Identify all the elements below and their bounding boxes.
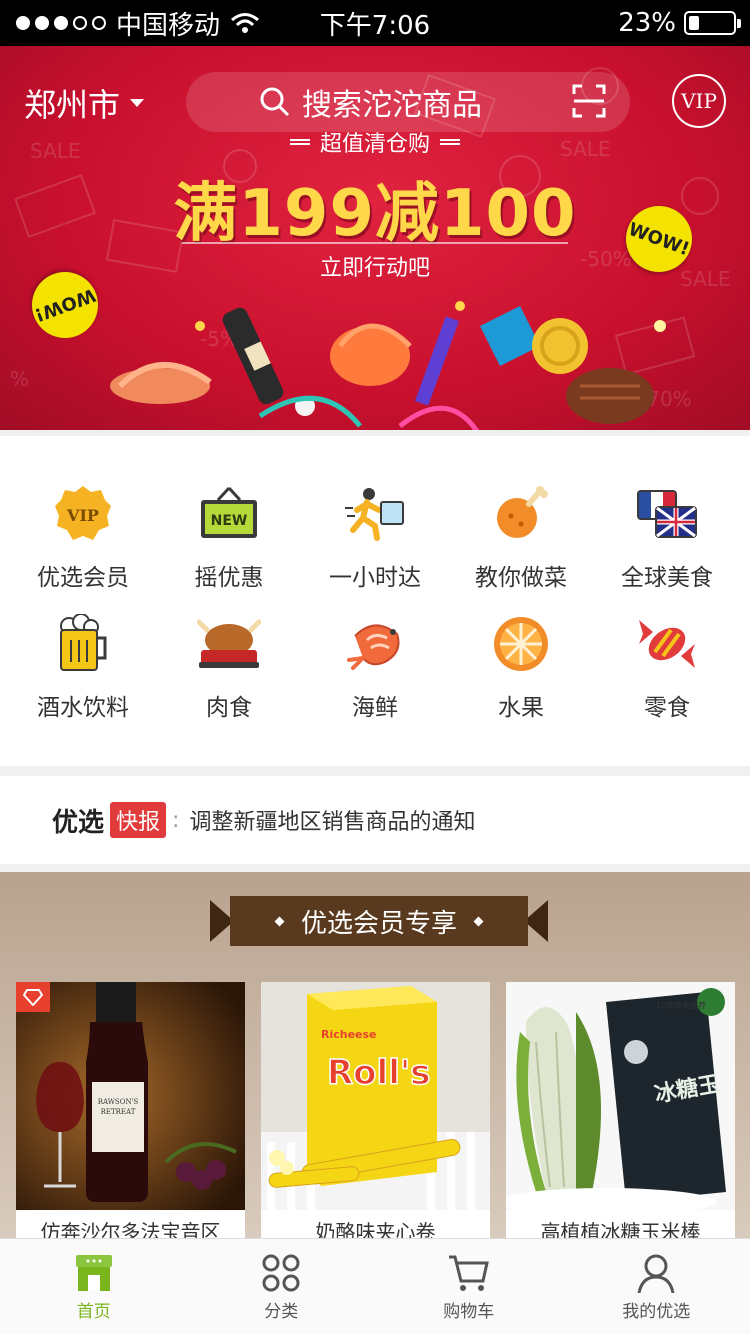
category-label: 摇优惠 (194, 565, 264, 591)
category-item-snacks[interactable]: 零食 (594, 612, 740, 722)
rolls-snack-image: Roll's Richeese (261, 982, 490, 1210)
category-item-drinks[interactable]: 酒水饮料 (10, 612, 156, 722)
category-label: 水果 (498, 695, 544, 721)
divider (289, 139, 310, 145)
vip-button[interactable]: VIP (672, 74, 726, 128)
status-left: 中国移动 (0, 5, 300, 42)
city-name: 郑州市 (24, 86, 121, 124)
svg-text:Roll's: Roll's (327, 1053, 431, 1093)
search-icon (260, 87, 290, 117)
category-item-shake[interactable]: NEW 摇优惠 (156, 482, 302, 592)
news-tag-badge: 快报 (110, 802, 167, 838)
category-label: 零食 (644, 695, 690, 721)
caret-down-icon (130, 99, 145, 107)
section-title-row: 优选会员专享 (210, 896, 548, 946)
tab-label: 首页 (76, 1302, 111, 1322)
promo-banner[interactable]: SALE SALE SALE -5% -50%% -70% 郑州市 搜索沱沱商品 VIP… (0, 46, 750, 430)
beer-mug-icon (51, 612, 115, 676)
category-label: 肉食 (206, 695, 252, 721)
category-row: VIP 优选会员 NEW 摇优惠 一小时达 教你做菜 全球美食 (10, 482, 750, 592)
tab-label: 分类 (264, 1302, 299, 1322)
category-item-global[interactable]: 全球美食 (594, 482, 740, 592)
bottom-tab-bar: 首页 分类 购物车 我的优选 (0, 1238, 750, 1334)
section-title: 优选会员专享 (300, 908, 457, 939)
search-placeholder: 搜索沱沱商品 (302, 88, 482, 123)
vip-badge-icon: VIP (51, 482, 115, 546)
product-title: 仿奔沙尔多法宝音区 (40, 1220, 221, 1238)
news-brand: 优选 (52, 807, 105, 838)
category-item-fruit[interactable]: 水果 (448, 612, 594, 722)
city-selector[interactable]: 郑州市 (24, 80, 145, 126)
product-card[interactable]: 冰糖玉 18度微笑推荐 高植植冰糖玉米棒 (506, 982, 735, 1238)
food-pile-illustration (110, 301, 666, 430)
svg-text:%: % (10, 367, 29, 391)
diamond-badge-icon (16, 982, 50, 1012)
svg-text:NEW: NEW (211, 513, 248, 529)
tab-cart[interactable]: 购物车 (375, 1239, 563, 1334)
tab-label: 购物车 (443, 1302, 495, 1322)
battery-icon (684, 11, 741, 35)
svg-text:Richeese: Richeese (321, 1028, 377, 1041)
battery-percent: 23% (618, 8, 676, 38)
category-label: 教你做菜 (475, 565, 567, 591)
roast-chicken-icon (197, 612, 261, 676)
product-card[interactable]: Roll's Richeese 奶酪味夹心卷 (261, 982, 490, 1238)
category-item-vip[interactable]: VIP 优选会员 (10, 482, 156, 592)
category-label: 优选会员 (37, 565, 129, 591)
promo-subtitle-row: 超值清仓购 (0, 126, 750, 158)
category-row: 酒水饮料 肉食 海鲜 水果 零食 (10, 612, 750, 722)
category-label: 酒水饮料 (37, 695, 129, 721)
red-wine-image: RAWSON'S RETREAT (16, 982, 245, 1210)
new-sign-icon: NEW (197, 482, 261, 546)
category-label: 全球美食 (621, 565, 713, 591)
wifi-icon (231, 13, 259, 33)
running-courier-icon (343, 482, 407, 546)
signal-dots-icon (16, 16, 106, 30)
category-item-one-hour[interactable]: 一小时达 (302, 482, 448, 592)
tab-home[interactable]: 首页 (0, 1239, 188, 1334)
search-bar[interactable]: 搜索沱沱商品 (186, 72, 630, 132)
svg-text:18度微笑推荐: 18度微笑推荐 (656, 1000, 706, 1010)
member-section: 优选会员专享 RAWSON'S RETREAT 仿奔沙尔多法宝音区 Roll's… (0, 872, 750, 1242)
tab-profile[interactable]: 我的优选 (563, 1239, 750, 1334)
shrimp-icon (343, 612, 407, 676)
tab-category[interactable]: 分类 (188, 1239, 376, 1334)
category-grid: VIP 优选会员 NEW 摇优惠 一小时达 教你做菜 全球美食 酒水饮料 肉食 … (0, 436, 750, 766)
scan-icon[interactable] (572, 84, 606, 118)
news-headline[interactable]: 调整新疆地区销售商品的通知 (189, 804, 475, 836)
category-label: 一小时达 (329, 565, 421, 591)
candy-icon (635, 612, 699, 676)
svg-text:RETREAT: RETREAT (101, 1108, 136, 1116)
divider (182, 242, 568, 244)
news-colon: : (172, 807, 180, 833)
flags-icon (635, 482, 699, 546)
carrier-name: 中国移动 (116, 10, 221, 41)
category-label: 海鲜 (352, 695, 398, 721)
svg-text:RAWSON'S: RAWSON'S (98, 1098, 139, 1106)
divider (440, 139, 460, 145)
product-title: 奶酪味夹心卷 (315, 1220, 436, 1238)
product-card[interactable]: RAWSON'S RETREAT 仿奔沙尔多法宝音区 (16, 982, 245, 1238)
svg-text:VIP: VIP (66, 506, 99, 525)
top-bar: 郑州市 搜索沱沱商品 VIP (0, 72, 750, 132)
diamond-icon (473, 916, 484, 926)
tab-label: 我的优选 (622, 1302, 691, 1322)
status-bar: 中国移动 下午7:06 23% (0, 0, 750, 46)
product-cards: RAWSON'S RETREAT 仿奔沙尔多法宝音区 Roll's Richee… (16, 982, 735, 1238)
category-icon (262, 1254, 300, 1292)
home-icon (75, 1255, 112, 1291)
category-item-meat[interactable]: 肉食 (156, 612, 302, 722)
cart-icon (448, 1255, 489, 1291)
product-title: 高植植冰糖玉米棒 (540, 1220, 701, 1238)
category-item-seafood[interactable]: 海鲜 (302, 612, 448, 722)
promo-subtitle: 超值清仓购 (319, 132, 430, 157)
category-item-cooking[interactable]: 教你做菜 (448, 482, 594, 592)
drumstick-icon (489, 482, 553, 546)
user-icon (637, 1254, 675, 1293)
diamond-icon (274, 916, 285, 926)
news-ticker[interactable]: 优选 快报 : 调整新疆地区销售商品的通知 (0, 776, 750, 864)
orange-slice-icon (489, 612, 553, 676)
corn-image: 冰糖玉 18度微笑推荐 (506, 982, 735, 1210)
status-right: 23% (618, 8, 741, 38)
